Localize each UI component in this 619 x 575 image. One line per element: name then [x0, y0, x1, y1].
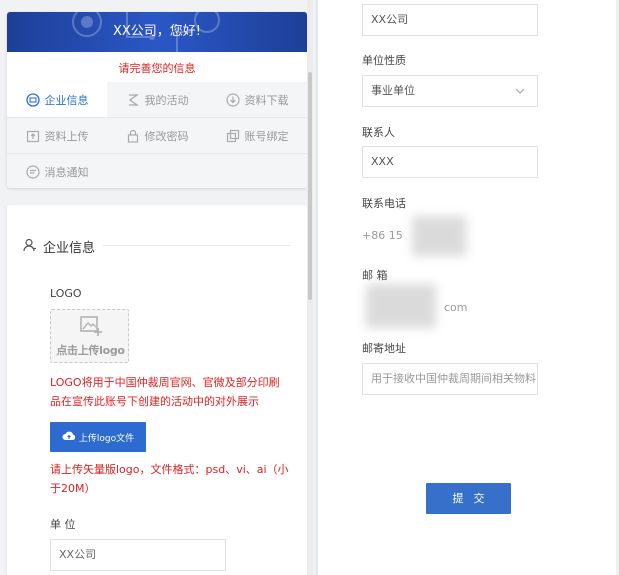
user-menu-card: XX公司，您好! 请完善您的信息 企业信息 我的活动 资料下载 资料上传 修改密… [7, 12, 307, 188]
upload-icon [26, 129, 40, 143]
menu-item-download[interactable]: 资料下载 [207, 82, 307, 117]
upload-format-tip: 请上传矢量版logo，文件格式：psd、vi、ai（小于20M） [50, 463, 289, 495]
unit-nature-value: 事业单位 [371, 84, 415, 97]
lock-icon [126, 129, 140, 143]
menu-item-label: 账号绑定 [244, 129, 289, 143]
link-icon [226, 129, 240, 143]
company-icon [25, 92, 40, 107]
scrollbar-thumb[interactable] [308, 72, 312, 300]
complete-info-notice: 请完善您的信息 [118, 62, 196, 75]
menu-item-label: 企业信息 [44, 93, 89, 107]
menu-item-account-binding[interactable]: 账号绑定 [207, 118, 307, 153]
upload-logo-button-label: 上传logo文件 [78, 433, 135, 444]
address-input[interactable]: 用于接收中国仲裁周期间相关物料 [362, 363, 538, 395]
menu-item-notifications[interactable]: 消息通知 [7, 154, 107, 188]
download-icon [225, 92, 240, 107]
company-info-form: 企业信息 LOGO 点击上传logo LOGO将用于中国仲裁周官网、官微及部分印… [7, 205, 307, 575]
welcome-banner: XX公司，您好! [7, 12, 307, 52]
upload-logo-button[interactable]: 上传logo文件 [50, 422, 146, 452]
chevron-down-icon [515, 76, 525, 106]
unit-label: 单 位 [50, 518, 76, 531]
section-title: 企业信息 [43, 241, 96, 256]
phone-label: 联系电话 [362, 197, 406, 210]
address-label: 邮寄地址 [362, 342, 406, 355]
unit-nature-select[interactable]: 事业单位 [362, 75, 538, 107]
menu-item-upload[interactable]: 资料上传 [7, 118, 107, 153]
cloud-upload-icon [62, 430, 76, 444]
contact-input[interactable]: XXX [362, 146, 538, 178]
menu-item-change-password[interactable]: 修改密码 [107, 118, 207, 153]
logo-upload-placeholder: 点击上传logo [56, 344, 125, 357]
unit-input[interactable]: XX公司 [50, 539, 226, 571]
contact-label: 联系人 [362, 126, 395, 139]
menu-grid: 企业信息 我的活动 资料下载 资料上传 修改密码 账号绑定 消息通知 [7, 82, 307, 188]
menu-item-label: 资料上传 [44, 129, 89, 143]
menu-item-company-info[interactable]: 企业信息 [7, 82, 107, 117]
right-panel: XX公司 单位性质 事业单位 联系人 XXX 联系电话 +86 15 邮 箱 c… [318, 0, 619, 575]
menu-item-label: 我的活动 [144, 93, 189, 107]
logo-label: LOGO [50, 287, 82, 300]
activity-icon [126, 93, 140, 107]
menu-item-label: 消息通知 [44, 165, 89, 179]
section-divider [103, 245, 291, 246]
unit-input[interactable]: XX公司 [362, 4, 538, 36]
email-value[interactable]: com [444, 301, 468, 314]
submit-button[interactable]: 提交 [426, 483, 511, 514]
message-icon [25, 164, 40, 179]
unit-nature-label: 单位性质 [362, 54, 406, 67]
logo-upload-area[interactable]: 点击上传logo [50, 309, 129, 363]
greeting-text: XX公司，您好! [112, 24, 202, 39]
left-panel: XX公司，您好! 请完善您的信息 企业信息 我的活动 资料下载 资料上传 修改密… [0, 0, 316, 575]
email-label: 邮 箱 [362, 269, 388, 282]
phone-redaction [412, 216, 466, 256]
image-add-icon [80, 316, 102, 336]
menu-item-my-activity[interactable]: 我的活动 [107, 82, 207, 117]
phone-value[interactable]: +86 15 [362, 229, 403, 242]
user-icon [23, 238, 37, 256]
menu-item-label: 资料下载 [244, 93, 289, 107]
email-redaction [366, 284, 436, 328]
section-header: 企业信息 [23, 237, 95, 256]
logo-usage-description: LOGO将用于中国仲裁周官网、官微及部分印刷品在宣传此账号下创建的活动中的对外展… [50, 376, 280, 408]
menu-item-label: 修改密码 [144, 129, 189, 143]
